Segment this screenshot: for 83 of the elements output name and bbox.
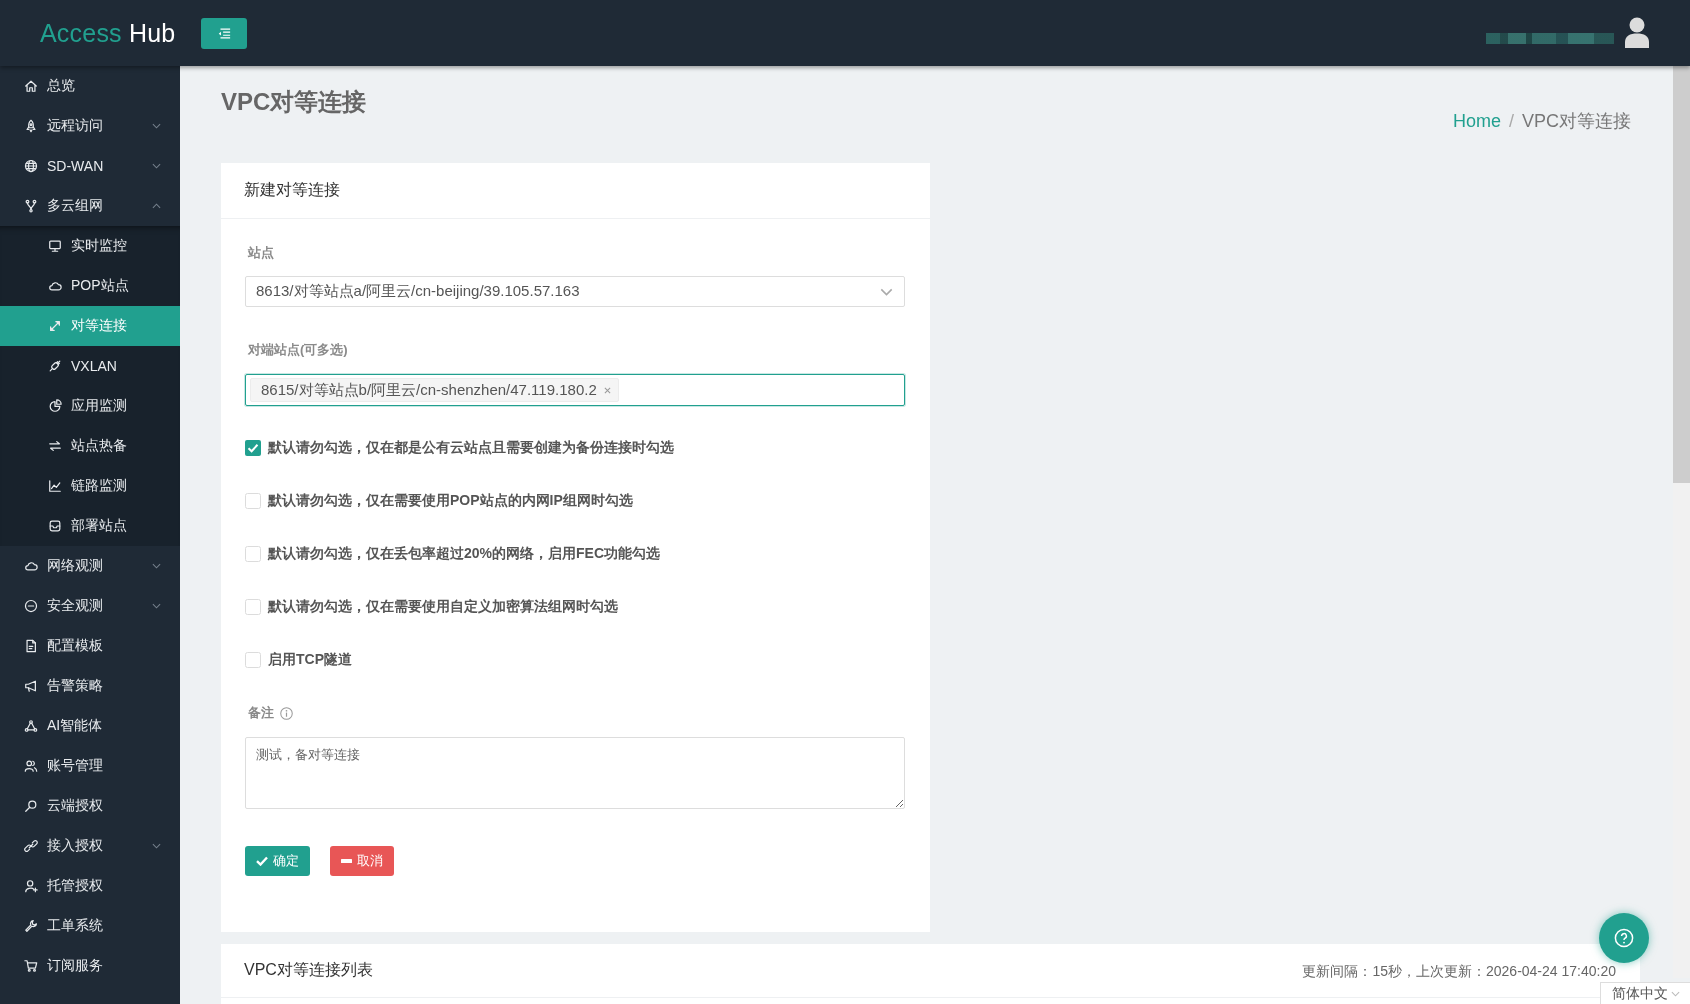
cancel-button[interactable]: 取消 <box>330 846 394 876</box>
scrollbar-thumb[interactable] <box>1673 66 1690 483</box>
pie-chart-icon <box>48 399 62 413</box>
minus-icon <box>341 859 352 863</box>
sidebar-item[interactable]: 多云组网 <box>0 186 180 226</box>
minus-circle-icon <box>24 599 38 613</box>
sidebar-item[interactable]: 订阅服务 <box>0 946 180 986</box>
plug-icon <box>48 359 62 373</box>
peer-site-select[interactable]: 8615/对等站点b/阿里云/cn-shenzhen/47.119.180.2 <box>245 374 905 406</box>
sidebar-subitem[interactable]: 应用监测 <box>0 386 180 426</box>
help-icon <box>1614 928 1634 948</box>
inbox-icon <box>48 519 62 533</box>
card-title: VPC对等连接列表 <box>244 960 373 980</box>
sidebar-item[interactable]: 云端授权 <box>0 786 180 826</box>
sidebar-item[interactable]: SD-WAN <box>0 146 180 186</box>
close-icon <box>603 386 611 394</box>
menu-icon <box>217 27 232 39</box>
check-icon <box>256 856 268 866</box>
checkbox-label: 默认请勿勾选，仅在需要使用自定义加密算法组网时勾选 <box>268 598 618 616</box>
sidebar-item[interactable]: 告警策略 <box>0 666 180 706</box>
sidebar-item[interactable]: 账号管理 <box>0 746 180 786</box>
field-label: 备注 <box>248 704 274 722</box>
page-title: VPC对等连接 <box>221 87 367 117</box>
link-icon <box>24 839 38 853</box>
document-icon <box>24 639 38 653</box>
network-nodes-icon <box>24 719 38 733</box>
breadcrumb-separator: / <box>1508 110 1514 133</box>
checkbox[interactable] <box>245 599 261 615</box>
logo: Access Hub <box>40 18 176 48</box>
wrench-icon <box>24 919 38 933</box>
checkbox-label: 默认请勿勾选，仅在需要使用POP站点的内网IP组网时勾选 <box>268 492 633 510</box>
remark-textarea[interactable]: 测试，备对等连接 <box>245 737 905 809</box>
chevron-down-icon <box>1671 990 1680 997</box>
menu-toggle-button[interactable] <box>201 17 248 49</box>
sidebar-item[interactable]: 远程访问 <box>0 106 180 146</box>
sidebar-item[interactable]: AI智能体 <box>0 706 180 746</box>
field-label: 对端站点(可多选) <box>248 341 348 359</box>
diagonal-arrows-icon <box>48 319 62 333</box>
home-icon <box>24 79 38 93</box>
cloud-icon <box>24 559 38 573</box>
site-select[interactable]: 8613/对等站点a/阿里云/cn-beijing/39.105.57.163 <box>245 276 905 307</box>
sidebar-subitem[interactable]: 站点热备 <box>0 426 180 466</box>
info-icon <box>280 706 293 720</box>
branch-icon <box>24 199 38 213</box>
checkbox[interactable] <box>245 652 261 668</box>
megaphone-icon <box>24 679 38 693</box>
search-icon <box>24 799 38 813</box>
update-status: 更新间隔：15秒，上次更新：2026-04-24 17:40:20 <box>1302 963 1616 978</box>
swap-arrows-icon <box>48 439 62 453</box>
line-chart-icon <box>48 479 62 493</box>
sidebar-item[interactable]: 托管授权 <box>0 866 180 906</box>
sidebar-item[interactable]: 安全观测 <box>0 586 180 626</box>
user-plus-icon <box>24 879 38 893</box>
checkbox[interactable] <box>245 440 261 456</box>
sidebar-item[interactable]: 网络观测 <box>0 546 180 586</box>
cloud-icon <box>48 279 62 293</box>
checkbox-label: 默认请勿勾选，仅在都是公有云站点且需要创建为备份连接时勾选 <box>268 439 674 457</box>
language-select[interactable]: 简体中文 <box>1600 982 1690 1004</box>
card-title: 新建对等连接 <box>244 180 340 200</box>
globe-icon <box>24 159 38 173</box>
sidebar-item[interactable]: 总览 <box>0 66 180 106</box>
sidebar-subitem[interactable]: 链路监测 <box>0 466 180 506</box>
sidebar-subitem[interactable]: 部署站点 <box>0 506 180 546</box>
sidebar-subitem[interactable]: 实时监控 <box>0 226 180 266</box>
cart-icon <box>24 959 38 973</box>
tag-label: 8615/对等站点b/阿里云/cn-shenzhen/47.119.180.2 <box>261 380 597 400</box>
monitor-icon <box>48 239 62 253</box>
checkbox-label: 启用TCP隧道 <box>268 651 352 669</box>
sidebar-item[interactable]: 配置模板 <box>0 626 180 666</box>
sidebar-item[interactable]: 接入授权 <box>0 826 180 866</box>
help-button[interactable] <box>1599 913 1649 963</box>
rocket-icon <box>24 119 38 133</box>
sidebar-subitem[interactable]: VXLAN <box>0 346 180 386</box>
users-icon <box>24 759 38 773</box>
sidebar-subitem[interactable]: POP站点 <box>0 266 180 306</box>
sidebar-item[interactable]: 工单系统 <box>0 906 180 946</box>
breadcrumb-current: VPC对等连接 <box>1522 110 1631 133</box>
field-label: 站点 <box>248 244 274 262</box>
chevron-down-icon <box>880 287 893 296</box>
user-avatar-icon <box>1624 17 1650 49</box>
checkbox[interactable] <box>245 493 261 509</box>
checkbox[interactable] <box>245 546 261 562</box>
checkbox-label: 默认请勿勾选，仅在丢包率超过20%的网络，启用FEC功能勾选 <box>268 545 661 563</box>
